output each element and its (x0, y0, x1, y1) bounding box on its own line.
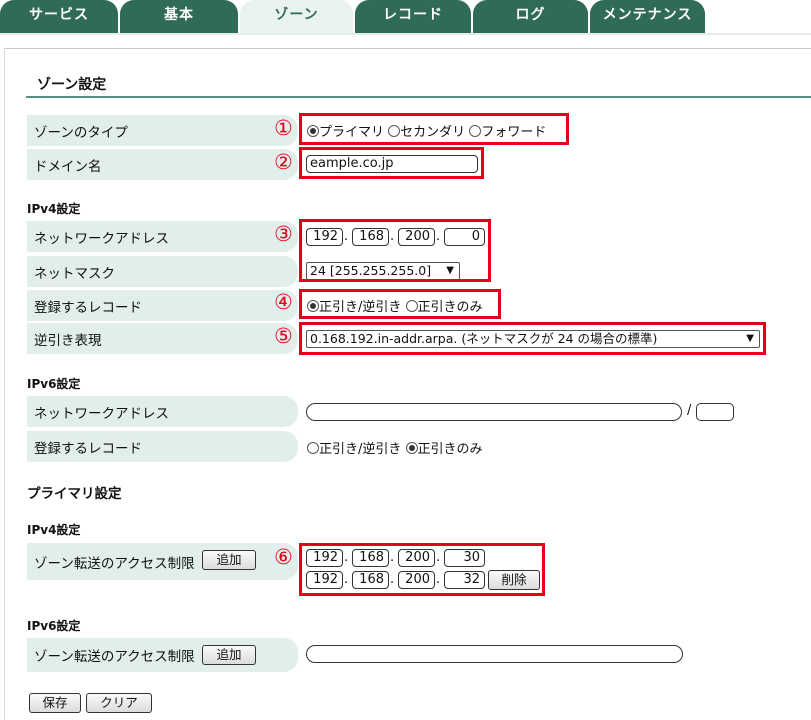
ipv4-access-label: ゾーン転送のアクセス制限 (27, 543, 298, 580)
primary-ipv4-heading: IPv4設定 (27, 523, 81, 537)
ipv6-network-label: ネットワークアドレス (27, 396, 298, 427)
highlight-box-6 (299, 543, 545, 596)
zone-settings-title: ゾーン設定 (37, 77, 107, 93)
tab-service[interactable]: サービス (0, 0, 118, 33)
radio-ipv6-forward-reverse-label[interactable]: 正引き/逆引き (319, 442, 401, 457)
ipv4-network-label: ネットワークアドレス (27, 221, 298, 252)
netmask-label: ネットマスク (27, 256, 298, 287)
zone-type-label-text: ゾーンのタイプ (34, 124, 128, 141)
highlight-box-3 (299, 219, 491, 282)
ipv6-network-input[interactable] (306, 403, 682, 421)
radio-ipv6-forward-reverse[interactable] (307, 442, 319, 454)
radio-ipv6-forward-only-label[interactable]: 正引きのみ (418, 442, 483, 457)
ipv6-access-label: ゾーン転送のアクセス制限 (27, 638, 298, 672)
annotation-2: ② (274, 150, 293, 174)
ipv4-add-button[interactable]: 追加 (202, 550, 256, 570)
ipv6-records-label-text: 登録するレコード (34, 440, 142, 457)
panel-border-left (4, 48, 5, 720)
tab-log[interactable]: ログ (473, 0, 588, 33)
ipv6-network-label-text: ネットワークアドレス (34, 405, 169, 422)
ipv6-add-button[interactable]: 追加 (202, 645, 256, 665)
primary-ipv6-heading: IPv6設定 (27, 619, 81, 633)
tab-record[interactable]: レコード (355, 0, 471, 33)
reverse-label: 逆引き表現 (27, 323, 298, 354)
save-button[interactable]: 保存 (29, 693, 81, 713)
domain-label-text: ドメイン名 (34, 158, 102, 175)
ipv4-records-label-text: 登録するレコード (34, 299, 142, 316)
radio-ipv6-forward-only[interactable] (405, 442, 418, 454)
primary-settings-title: プライマリ設定 (27, 486, 122, 502)
tab-underline (0, 33, 811, 35)
highlight-box-4 (299, 289, 501, 319)
ipv4-heading: IPv4設定 (27, 202, 81, 216)
netmask-label-text: ネットマスク (34, 265, 115, 282)
ipv6-records-options: 正引き/逆引き 正引きのみ (307, 438, 483, 457)
highlight-box-1 (299, 113, 569, 145)
zone-type-label: ゾーンのタイプ (27, 115, 298, 146)
highlight-box-2 (299, 147, 484, 179)
ipv4-records-label: 登録するレコード (27, 290, 298, 321)
annotation-4: ④ (274, 290, 293, 314)
tab-maintenance[interactable]: メンテナンス (590, 0, 705, 33)
tab-zone[interactable]: ゾーン (240, 0, 353, 33)
annotation-3: ③ (274, 222, 293, 246)
domain-label: ドメイン名 (27, 149, 298, 180)
ipv6-heading: IPv6設定 (27, 377, 81, 391)
ipv6-access-input[interactable] (306, 645, 683, 663)
ipv4-access-label-text: ゾーン転送のアクセス制限 (34, 555, 195, 572)
ipv6-prefix-input[interactable] (696, 403, 734, 421)
annotation-5: ⑤ (274, 324, 293, 348)
ipv4-network-label-text: ネットワークアドレス (34, 230, 169, 247)
annotation-6: ⑥ (274, 545, 293, 569)
ipv6-records-label: 登録するレコード (27, 431, 298, 462)
panel-border-top (4, 48, 811, 49)
section-rule (26, 96, 811, 98)
clear-button[interactable]: クリア (86, 693, 152, 713)
highlight-box-5 (299, 322, 766, 355)
annotation-1: ① (274, 116, 293, 140)
ipv6-access-label-text: ゾーン転送のアクセス制限 (34, 649, 195, 665)
tab-basic[interactable]: 基本 (120, 0, 238, 33)
reverse-label-text: 逆引き表現 (34, 332, 102, 349)
prefix-separator: / (687, 403, 692, 418)
